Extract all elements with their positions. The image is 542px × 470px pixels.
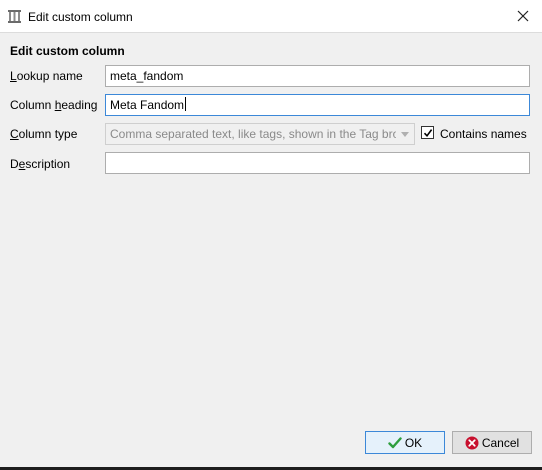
text-caret: [185, 97, 187, 111]
checkmark-icon: [388, 436, 402, 449]
title-bar: Edit custom column: [0, 0, 542, 33]
window-title: Edit custom column: [28, 10, 133, 24]
checkmark-icon: [423, 129, 433, 138]
edit-custom-column-dialog: Edit custom column Edit custom column Lo…: [0, 0, 542, 470]
column-heading-input[interactable]: Meta Fandom: [105, 94, 530, 116]
contains-names-label[interactable]: Contains names: [440, 127, 527, 141]
section-heading: Edit custom column: [10, 44, 125, 58]
description-label: Description: [10, 157, 71, 171]
description-input[interactable]: [105, 152, 530, 174]
cancel-button[interactable]: Cancel: [452, 431, 532, 454]
column-type-label: Column type: [10, 127, 78, 141]
calibre-library-icon: [7, 9, 22, 24]
lookup-name-input[interactable]: meta_fandom: [105, 65, 530, 87]
column-type-select[interactable]: Comma separated text, like tags, shown i…: [105, 123, 415, 145]
cancel-icon: [465, 436, 479, 450]
ok-button[interactable]: OK: [365, 431, 445, 454]
close-icon[interactable]: [510, 5, 536, 27]
column-heading-label: Column heading: [10, 98, 98, 112]
chevron-down-icon: [401, 132, 409, 137]
contains-names-checkbox[interactable]: [421, 126, 434, 139]
lookup-name-label: Lookup name: [10, 69, 83, 83]
